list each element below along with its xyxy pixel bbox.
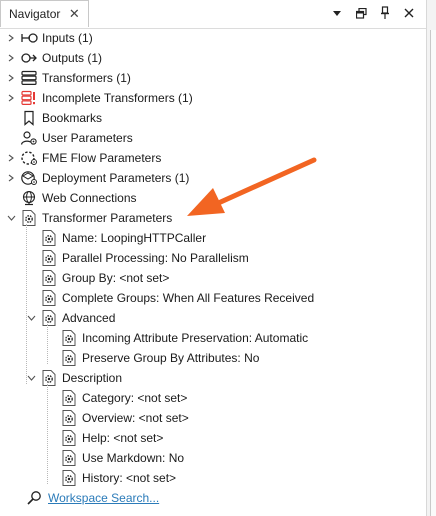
parameter-gear-icon [60, 429, 78, 447]
tab-navigator[interactable]: Navigator ✕ [0, 0, 90, 27]
float-window-icon[interactable] [354, 5, 368, 21]
input-port-icon [20, 29, 38, 47]
annotation-arrow-head [187, 188, 225, 216]
scrollbar-track[interactable] [430, 30, 436, 516]
close-icon[interactable] [402, 5, 416, 21]
parameter-gear-icon [40, 309, 58, 327]
parameter-gear-icon [60, 409, 78, 427]
tree-item-label: FME Flow Parameters [42, 151, 162, 165]
tree-item-label: Name: LoopingHTTPCaller [62, 231, 207, 245]
tree-item-param-incoming-preservation[interactable]: Incoming Attribute Preservation: Automat… [60, 328, 308, 348]
tree-item-param-overview[interactable]: Overview: <not set> [60, 408, 189, 428]
navigator-panel: Navigator ✕ Inputs (1) Outputs (1) Trans… [0, 0, 436, 516]
tree-item-param-group-by[interactable]: Group By: <not set> [40, 268, 169, 288]
tree-item-label: Advanced [62, 311, 116, 325]
parameter-gear-icon [40, 289, 58, 307]
output-port-icon [20, 49, 38, 67]
tree-guide-line [47, 384, 48, 484]
parameter-gear-icon [60, 389, 78, 407]
deployment-parameters-icon [20, 169, 38, 187]
tree-item-label: Outputs (1) [42, 51, 103, 65]
tree-item-fme-flow-parameters[interactable]: FME Flow Parameters [6, 148, 161, 168]
chevron-right-icon[interactable] [6, 148, 16, 168]
incomplete-transformers-icon [20, 89, 38, 107]
tree-item-label: User Parameters [42, 131, 133, 145]
bookmark-icon [20, 109, 38, 127]
parameter-gear-icon [40, 249, 58, 267]
chevron-down-icon[interactable] [6, 208, 16, 228]
parameter-gear-icon [20, 209, 38, 227]
panel-titlebar: Navigator ✕ [0, 0, 426, 29]
tree-item-label: Use Markdown: No [82, 451, 185, 465]
tree-item-label: Complete Groups: When All Features Recei… [62, 291, 315, 305]
chevron-right-icon[interactable] [6, 28, 16, 48]
chevron-right-icon[interactable] [6, 68, 16, 88]
tree-guide-line [26, 224, 27, 384]
parameter-gear-icon [60, 469, 78, 487]
chevron-down-icon[interactable] [26, 368, 36, 388]
parameter-gear-icon [60, 349, 78, 367]
tree-item-transformers[interactable]: Transformers (1) [6, 68, 131, 88]
tree-item-param-history[interactable]: History: <not set> [60, 468, 176, 488]
workspace-search-link[interactable]: Workspace Search... [26, 488, 159, 508]
tree-item-outputs[interactable]: Outputs (1) [6, 48, 102, 68]
tree-item-label: Transformers (1) [42, 71, 131, 85]
parameter-gear-icon [40, 229, 58, 247]
tree-item-label: Incomplete Transformers (1) [42, 91, 193, 105]
tree-item-label: Deployment Parameters (1) [42, 171, 190, 185]
globe-icon [20, 189, 38, 207]
chevron-right-icon[interactable] [6, 48, 16, 68]
tree-item-deployment-parameters[interactable]: Deployment Parameters (1) [6, 168, 189, 188]
tree-item-label: Preserve Group By Attributes: No [82, 351, 260, 365]
tree-item-label: Bookmarks [42, 111, 103, 125]
tree-item-label: Incoming Attribute Preservation: Automat… [82, 331, 309, 345]
annotation-arrow-shaft [211, 157, 317, 208]
tree-guide-line [47, 324, 48, 364]
dock-edge [426, 0, 436, 516]
tree-item-bookmarks[interactable]: Bookmarks [6, 108, 102, 128]
parameter-gear-icon [60, 449, 78, 467]
chevron-right-icon[interactable] [6, 168, 16, 188]
tree-item-param-complete-groups[interactable]: Complete Groups: When All Features Recei… [40, 288, 314, 308]
workspace-search-label[interactable]: Workspace Search... [48, 491, 159, 505]
transformers-stack-icon [20, 69, 38, 87]
panel-window-buttons [330, 5, 416, 21]
tree-item-label: Description [62, 371, 123, 385]
tree-item-label: Help: <not set> [82, 431, 164, 445]
tree-item-param-name[interactable]: Name: LoopingHTTPCaller [40, 228, 206, 248]
tree-item-label: Category: <not set> [82, 391, 188, 405]
tree-item-advanced[interactable]: Advanced [26, 308, 115, 328]
tree-item-param-use-markdown[interactable]: Use Markdown: No [60, 448, 184, 468]
user-parameters-icon [20, 129, 38, 147]
tree-item-transformer-parameters[interactable]: Transformer Parameters [6, 208, 172, 228]
tree-item-param-preserve-group-by[interactable]: Preserve Group By Attributes: No [60, 348, 259, 368]
tree-item-description[interactable]: Description [26, 368, 122, 388]
parameter-gear-icon [60, 329, 78, 347]
tree-item-label: Inputs (1) [42, 31, 93, 45]
tree-item-user-parameters[interactable]: User Parameters [6, 128, 133, 148]
parameter-gear-icon [40, 369, 58, 387]
tree-item-inputs[interactable]: Inputs (1) [6, 28, 93, 48]
chevron-down-icon[interactable] [330, 5, 344, 21]
tab-label: Navigator [9, 7, 61, 21]
tab-close-icon[interactable]: ✕ [68, 7, 80, 20]
flow-parameters-icon [20, 149, 38, 167]
search-icon [26, 489, 44, 507]
tree-item-label: Overview: <not set> [82, 411, 189, 425]
chevron-right-icon[interactable] [6, 88, 16, 108]
parameter-gear-icon [40, 269, 58, 287]
tree-item-label: Parallel Processing: No Parallelism [62, 251, 249, 265]
chevron-down-icon[interactable] [26, 308, 36, 328]
tree-item-label: Transformer Parameters [42, 211, 173, 225]
tree-item-incomplete-transformers[interactable]: Incomplete Transformers (1) [6, 88, 193, 108]
pin-icon[interactable] [378, 5, 392, 21]
tree-item-param-help[interactable]: Help: <not set> [60, 428, 163, 448]
tree-item-label: History: <not set> [82, 471, 177, 485]
tree-item-label: Web Connections [42, 191, 137, 205]
tree-item-label: Group By: <not set> [62, 271, 170, 285]
tree-item-web-connections[interactable]: Web Connections [6, 188, 137, 208]
tree-item-param-category[interactable]: Category: <not set> [60, 388, 187, 408]
tree-item-param-parallel[interactable]: Parallel Processing: No Parallelism [40, 248, 249, 268]
